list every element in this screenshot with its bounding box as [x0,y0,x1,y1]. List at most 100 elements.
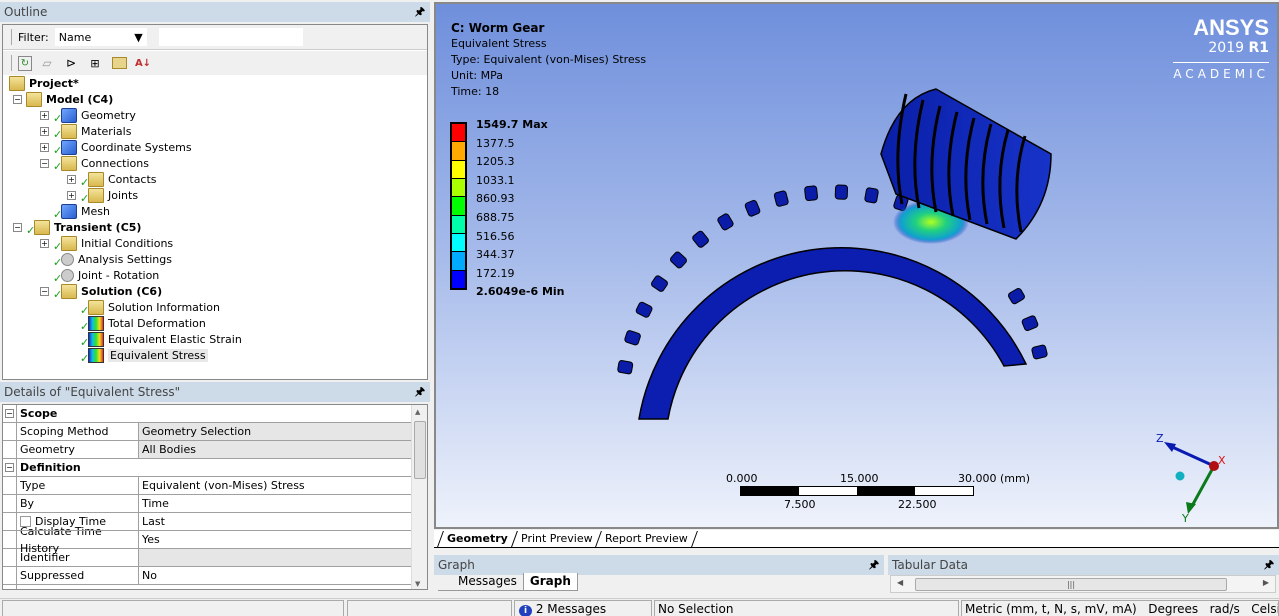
details-row[interactable]: Calculate Time History Yes [3,525,411,555]
toolbar-grip[interactable] [11,55,12,71]
tree-item[interactable]: − ✓ Solution (C6) [40,283,162,301]
refresh-icon[interactable]: ↻ [18,55,32,71]
tabular-hscrollbar[interactable]: ◀ ||| ▶ [890,575,1276,593]
status-units[interactable]: Metric (mm, t, N, s, mV, mA) Degrees rad… [961,600,1279,616]
tree-item[interactable]: − ✓ Connections [40,155,149,173]
tree-item[interactable]: + ✓ Initial Conditions [40,235,173,253]
tree-item[interactable]: ✓ Total Deformation [67,315,206,333]
graph-panel: Graph 🖈︎ Messages Graph [434,555,884,595]
pin-icon[interactable]: 🖈︎ [415,382,425,402]
legend-swatch [452,124,465,143]
property-value[interactable]: Time [139,495,411,512]
collapse-icon[interactable]: − [5,409,14,418]
property-value[interactable]: Geometry Selection [139,423,411,440]
property-value[interactable]: Last [139,513,411,530]
scale-bar: 0.000 15.000 30.000 (mm) 7.500 22.500 [726,472,1046,512]
tree-item[interactable]: ✓ Joint - Rotation [40,267,159,285]
scroll-right-icon[interactable]: ▶ [1263,578,1269,587]
gear-tooth [1021,315,1039,332]
details-scrollbar[interactable]: ▲ ▼ [411,405,427,589]
gear-tooth [864,187,879,204]
tab-geometry[interactable]: Geometry [437,531,518,547]
tree-item[interactable]: ✓ Analysis Settings [40,251,172,269]
status-messages[interactable]: i 2 Messages [514,600,652,616]
tree-item[interactable]: − Model (C4) [13,91,113,107]
scroll-left-icon[interactable]: ◀ [897,578,903,587]
tree-item-label: Total Deformation [108,316,206,330]
folder-icon[interactable] [110,54,128,72]
z-arrow-icon [1164,442,1176,452]
details-row[interactable]: Geometry All Bodies [3,441,411,459]
scroll-thumb[interactable] [414,421,426,479]
tree-item[interactable]: ✓ Equivalent Stress [67,347,208,365]
details-section[interactable]: − Definition [3,459,411,477]
toolbar-grip[interactable] [11,29,12,45]
details-row[interactable]: Display Time Last [3,513,411,531]
collapse-icon[interactable]: − [40,286,49,296]
expand-icon[interactable]: + [40,126,49,136]
collapse-icon[interactable]: − [40,158,49,168]
details-row[interactable]: Suppressed No [3,567,411,585]
connections-icon [61,155,77,171]
tree-item[interactable]: ✓ Equivalent Elastic Strain [67,331,242,349]
property-value[interactable]: Yes [139,531,411,548]
tree-item[interactable]: ✓ Mesh [40,203,110,221]
pin-icon[interactable]: 🖈︎ [869,555,879,575]
collapse-icon[interactable] [5,589,14,590]
scroll-up-icon[interactable]: ▲ [415,408,420,416]
axis-triad[interactable]: Z X Y [1142,424,1242,524]
tab-graph[interactable]: Graph [522,573,578,591]
details-section[interactable]: − Scope [3,405,411,423]
expand-icon[interactable]: + [40,238,49,248]
property-value[interactable]: No [139,567,411,584]
tree-item[interactable]: ✓ Solution Information [67,299,220,317]
row-gutter[interactable] [3,585,17,590]
row-gutter[interactable]: − [3,405,17,422]
details-section[interactable]: Integration Point Results [3,585,411,590]
property-value[interactable]: All Bodies [139,441,411,458]
scroll-thumb[interactable]: ||| [915,578,1227,591]
property-value[interactable]: Equivalent (von-Mises) Stress [139,477,411,494]
tree-item[interactable]: − ✓ Transient (C5) [13,219,141,237]
tree-item[interactable]: + ✓ Coordinate Systems [40,139,192,157]
details-row[interactable]: Scoping Method Geometry Selection [3,423,411,441]
pin-icon[interactable]: 🖈︎ [415,2,425,22]
property-value[interactable] [139,549,411,566]
expand-all-icon[interactable]: ⊞ [86,54,104,72]
filter-icon[interactable]: ⊳ [62,54,80,72]
graphics-viewport[interactable]: C: Worm Gear Equivalent Stress Type: Equ… [434,2,1279,529]
filter-search-input[interactable] [158,28,303,46]
legend-label: 1377.5 [476,136,515,150]
tab-messages[interactable]: Messages [438,573,523,591]
tree-item[interactable]: + ✓ Contacts [67,171,157,189]
scroll-down-icon[interactable]: ▼ [415,580,420,588]
isometric-ball-icon[interactable] [1175,471,1185,481]
collapse-icon[interactable]: − [13,94,22,104]
filter-dropdown[interactable]: Name ▼ [54,28,147,46]
pin-icon[interactable]: 🖈︎ [1264,555,1274,575]
expand-icon[interactable]: + [67,190,76,200]
property-name: Display Time [17,513,139,530]
collapse-icon[interactable]: − [5,463,14,472]
eraser-icon[interactable]: ▱ [38,54,56,72]
filter-value: Name [58,30,92,44]
details-row[interactable]: Type Equivalent (von-Mises) Stress [3,477,411,495]
gear-tooth [624,330,641,346]
tab-report-preview[interactable]: Report Preview [595,531,699,547]
tree-item[interactable]: + ✓ Joints [67,187,138,205]
tree-item[interactable]: Project* [9,75,79,91]
expand-icon[interactable]: + [67,174,76,184]
expand-icon[interactable]: + [40,110,49,120]
details-row[interactable]: By Time [3,495,411,513]
tree-item[interactable]: + ✓ Geometry [40,107,136,125]
tab-print-preview[interactable]: Print Preview [510,531,603,547]
result-name: Equivalent Stress [451,37,547,50]
collapse-icon[interactable]: − [13,222,22,232]
expand-icon[interactable]: + [40,142,49,152]
legend-swatch [452,215,465,234]
row-gutter[interactable]: − [3,459,17,476]
worm-gear-model[interactable] [606,74,1066,434]
parameter-checkbox[interactable] [20,516,31,527]
tree-item[interactable]: + ✓ Materials [40,123,131,141]
sort-az-icon[interactable]: A↓ [134,54,152,72]
